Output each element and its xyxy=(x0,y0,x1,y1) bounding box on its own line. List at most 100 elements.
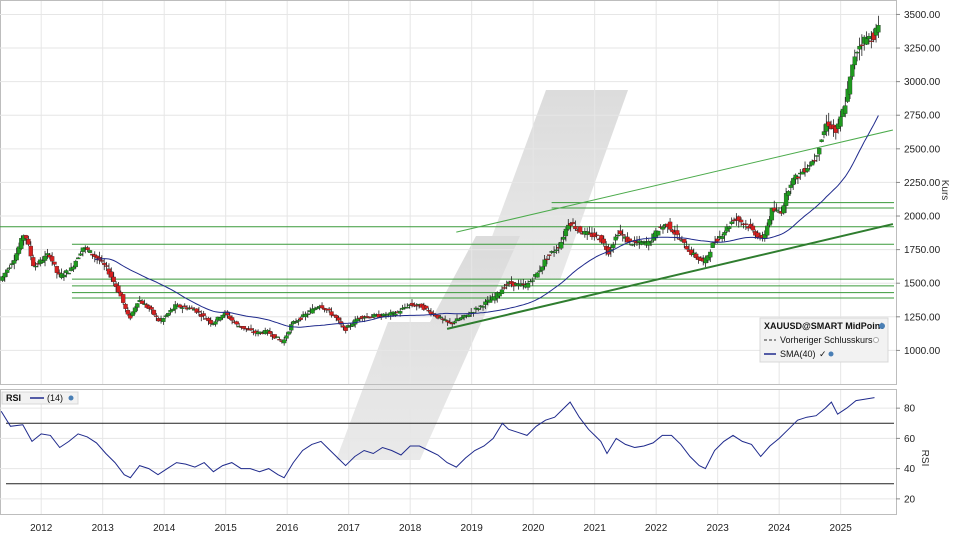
x-tick-label: 2014 xyxy=(153,523,176,534)
candle-body xyxy=(537,270,543,272)
candle-body xyxy=(615,234,621,237)
candle-body xyxy=(109,271,114,278)
candle-body xyxy=(807,165,812,167)
candle-body xyxy=(161,318,166,322)
candle-body xyxy=(530,280,535,282)
candle-body xyxy=(573,226,578,230)
candle-body xyxy=(31,257,36,267)
candle-body xyxy=(234,321,239,325)
candle-body xyxy=(123,303,128,309)
candle-body xyxy=(502,287,507,289)
candle-body xyxy=(208,319,213,324)
candle-body xyxy=(182,305,187,308)
candle-body xyxy=(61,274,67,278)
candle-body xyxy=(767,219,772,226)
candle-body xyxy=(244,328,249,330)
rsi-tick-label: 40 xyxy=(904,464,916,475)
candle-body xyxy=(64,270,69,273)
candle-body xyxy=(559,242,564,249)
candle-body xyxy=(627,238,632,242)
candle-body xyxy=(99,260,105,262)
candle-body xyxy=(731,219,737,222)
candle-body xyxy=(639,241,644,245)
candle-body xyxy=(618,230,623,235)
candle-body xyxy=(682,239,687,243)
watermark-logo xyxy=(336,90,628,460)
candle-body xyxy=(540,266,545,271)
candle-body xyxy=(544,258,550,261)
candle-body xyxy=(601,238,606,244)
candle-body xyxy=(809,161,815,166)
candle-body xyxy=(547,254,552,256)
candle-body xyxy=(329,311,334,316)
candle-body xyxy=(525,283,531,288)
check-icon[interactable]: ✓ xyxy=(819,349,827,359)
candle-body xyxy=(774,209,779,211)
candle-body xyxy=(675,230,680,235)
price-axis-title: Kurs xyxy=(939,180,950,201)
candle-body xyxy=(334,315,339,318)
settings-icon[interactable] xyxy=(828,351,834,357)
candle-body xyxy=(852,56,857,66)
candle-body xyxy=(660,226,666,230)
candle-body xyxy=(843,105,848,114)
candle-body xyxy=(139,300,145,304)
candle-body xyxy=(648,241,654,243)
candle-body xyxy=(393,313,398,316)
candle-body xyxy=(305,313,310,316)
candle-body xyxy=(42,255,48,261)
candle-body xyxy=(390,311,396,314)
price-tick-label: 3250.00 xyxy=(904,44,941,55)
candle-body xyxy=(286,331,292,335)
candle-body xyxy=(452,321,457,324)
candle-body xyxy=(710,242,715,248)
candle-body xyxy=(293,321,299,323)
candle-body xyxy=(667,221,673,230)
info-icon[interactable] xyxy=(873,337,879,343)
candle-body xyxy=(788,184,793,188)
x-tick-label: 2019 xyxy=(461,523,484,534)
settings-icon[interactable] xyxy=(879,323,885,329)
settings-icon[interactable] xyxy=(68,395,74,401)
candle-body xyxy=(201,313,206,316)
rsi-legend-period: (14) xyxy=(47,393,63,403)
candle-body xyxy=(459,317,464,320)
chart-canvas: 1000.00 1250.00 1500.00 1750.00 2000.00 2250.… xyxy=(0,0,950,534)
candle-body xyxy=(14,253,19,261)
candle-body xyxy=(447,321,453,324)
candle-body xyxy=(708,251,713,258)
candle-body xyxy=(677,238,682,240)
candle-body xyxy=(248,328,254,331)
candle-body xyxy=(282,339,287,344)
price-y-ticks: 1000.00 1250.00 1500.00 1750.00 2000.00 2250.… xyxy=(896,10,941,357)
candle-body xyxy=(859,44,865,46)
candle-body xyxy=(715,238,720,242)
candle-body xyxy=(121,294,126,303)
candle-body xyxy=(104,265,109,267)
candle-body xyxy=(213,321,218,325)
candle-body xyxy=(594,234,599,237)
candle-body xyxy=(483,301,488,305)
rsi-y-ticks: 20 40 60 80 xyxy=(896,404,916,505)
rsi-tick-label: 60 xyxy=(904,434,916,445)
candle-body xyxy=(791,178,796,186)
candle-body xyxy=(542,259,547,267)
candle-body xyxy=(66,272,71,275)
candle-body xyxy=(54,266,60,273)
legend-sma: SMA(40) xyxy=(780,349,816,359)
candle-body xyxy=(414,305,419,307)
candle-body xyxy=(426,309,431,312)
candle-body xyxy=(116,285,121,293)
candle-body xyxy=(857,45,862,50)
price-tick-label: 1250.00 xyxy=(904,312,941,323)
candle-body xyxy=(277,338,282,341)
candle-body xyxy=(71,266,76,270)
candle-body xyxy=(743,223,748,225)
x-tick-label: 2018 xyxy=(399,523,422,534)
price-tick-label: 3500.00 xyxy=(904,10,941,21)
candle-body xyxy=(135,303,140,308)
candle-body xyxy=(786,191,791,196)
candle-body xyxy=(466,314,471,317)
x-tick-label: 2016 xyxy=(276,523,299,534)
x-tick-label: 2025 xyxy=(830,523,853,534)
